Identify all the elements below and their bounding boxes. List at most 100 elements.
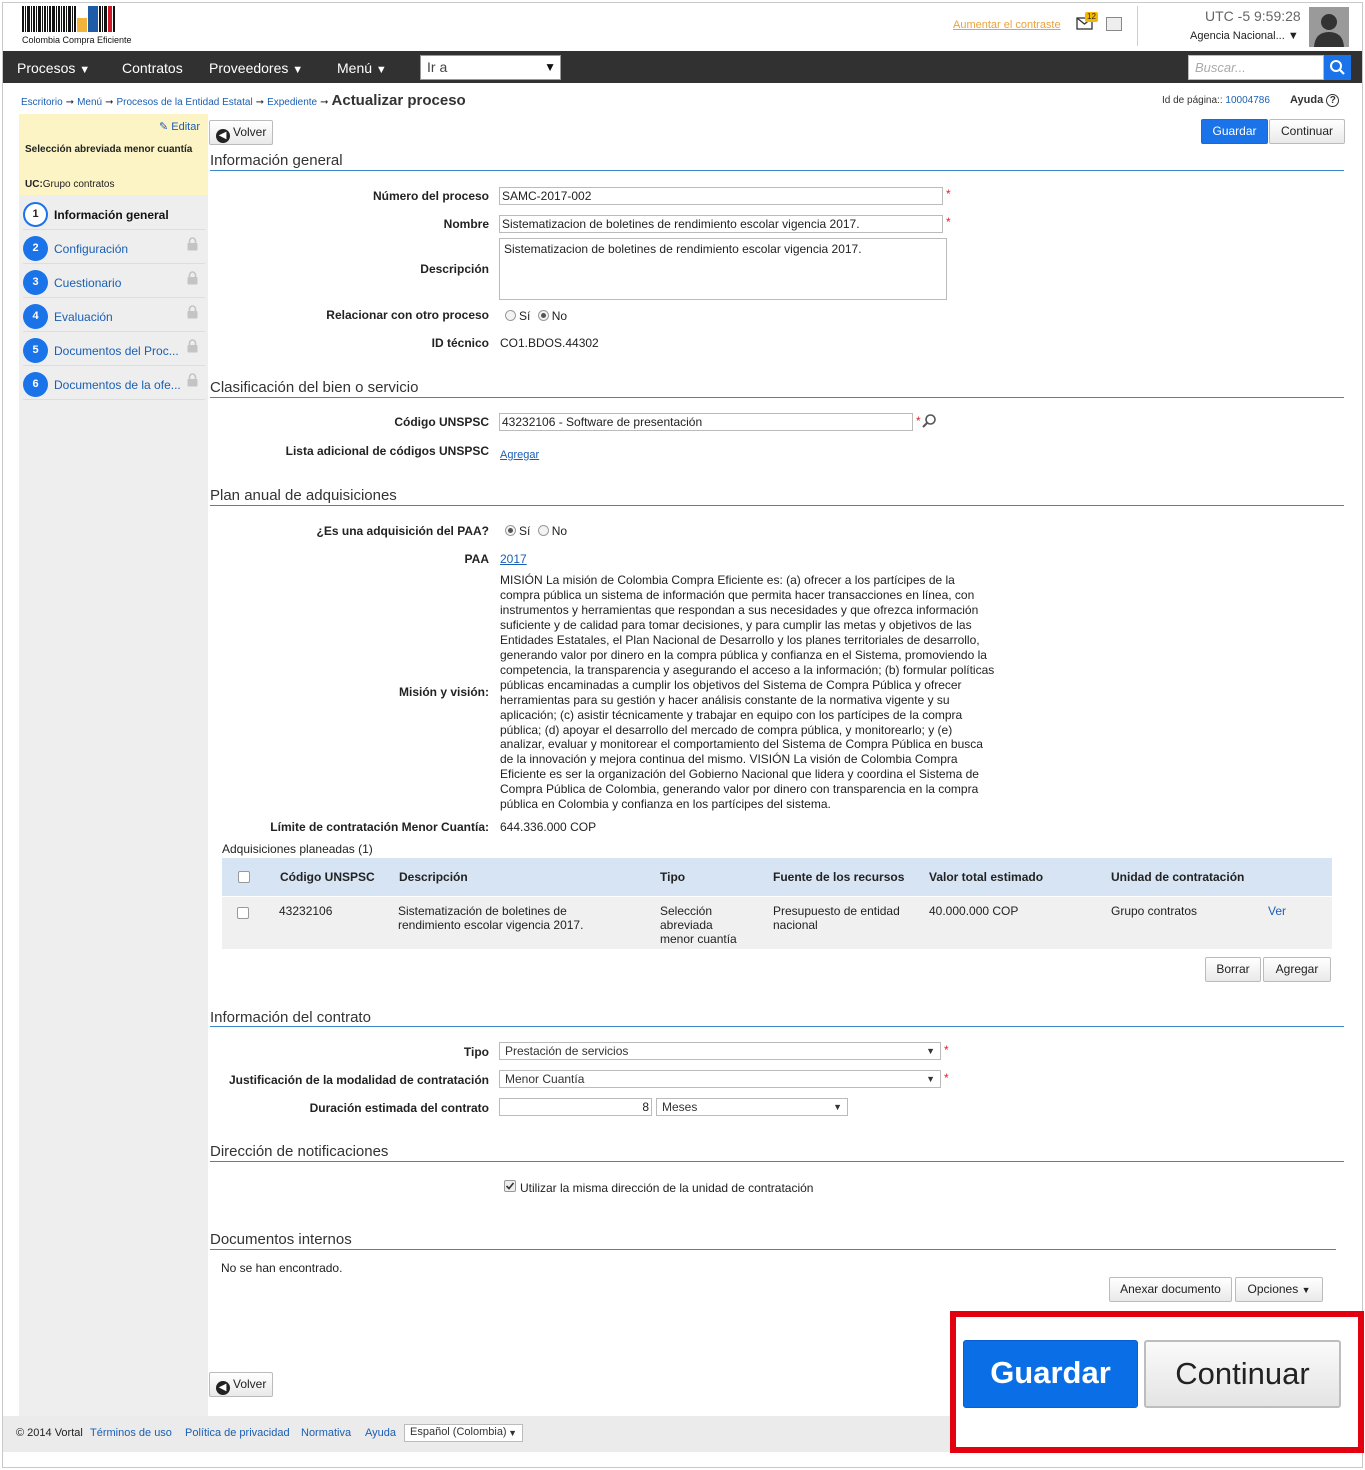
column-header[interactable]: Valor total estimado xyxy=(929,870,1043,884)
process-unit: UC:Grupo contratos xyxy=(25,179,115,190)
cell-tipo: Selección abreviada menor cuantía xyxy=(660,904,737,946)
breadcrumb-expediente[interactable]: Expediente xyxy=(267,97,317,108)
opciones-button[interactable]: Opciones ▼ xyxy=(1235,1277,1323,1302)
edit-link[interactable]: ✎ Editar xyxy=(159,120,200,133)
anexar-documento-button[interactable]: Anexar documento xyxy=(1109,1277,1232,1302)
step-number: 4 xyxy=(23,304,48,329)
step-evaluacion[interactable]: 4 Evaluación xyxy=(23,299,205,332)
step-label: Configuración xyxy=(54,242,129,256)
unit-label: UC: xyxy=(25,179,43,190)
language-select[interactable]: Español (Colombia) ▼ xyxy=(404,1424,523,1442)
footer-link-ayuda[interactable]: Ayuda xyxy=(365,1427,396,1439)
agregar-unspsc-link[interactable]: Agregar xyxy=(500,449,539,461)
duracion-unit-select[interactable]: Meses ▼ xyxy=(656,1098,848,1116)
required-marker: * xyxy=(944,1043,949,1057)
search-input[interactable]: Buscar... xyxy=(1188,55,1324,80)
lock-icon xyxy=(187,271,198,285)
process-type: Selección abreviada menor cuantía xyxy=(25,144,193,155)
descripcion-textarea[interactable]: Sistematizacion de boletines de rendimie… xyxy=(499,238,947,300)
numero-input[interactable]: SAMC-2017-002 xyxy=(499,187,943,205)
cell-descripcion: Sistematización de boletines de rendimie… xyxy=(398,904,584,932)
avatar[interactable] xyxy=(1309,7,1349,47)
cell-fuente: Presupuesto de entidad nacional xyxy=(773,904,900,932)
breadcrumb-menu[interactable]: Menú xyxy=(77,97,102,108)
column-header[interactable]: Descripción xyxy=(399,870,468,884)
paa-year-link[interactable]: 2017 xyxy=(500,552,527,566)
mail-count-badge: 12 xyxy=(1085,12,1098,22)
lock-icon xyxy=(187,373,198,387)
column-header[interactable]: Tipo xyxy=(660,870,685,884)
mision-vision-text: MISIÓN La misión de Colombia Compra Efic… xyxy=(500,573,995,812)
es-paa-no-radio[interactable] xyxy=(537,525,549,536)
es-paa-label: ¿Es una adquisición del PAA? xyxy=(316,524,489,538)
step-documentos-oferta[interactable]: 6 Documentos de la ofe... xyxy=(23,367,205,400)
nav-menu[interactable]: Menú ▼ xyxy=(337,60,387,76)
nav-proveedores[interactable]: Proveedores ▼ xyxy=(209,60,303,76)
footer-link-privacidad[interactable]: Política de privacidad xyxy=(185,1427,290,1439)
column-header[interactable]: Unidad de contratación xyxy=(1111,870,1244,884)
search-icon[interactable] xyxy=(921,413,937,429)
justificacion-select[interactable]: Menor Cuantía ▼ xyxy=(499,1070,941,1088)
duracion-unit-value: Meses xyxy=(662,1100,698,1114)
section-divider xyxy=(210,1026,1344,1027)
help-link[interactable]: Ayuda ? xyxy=(1290,94,1340,107)
misma-direccion-checkbox[interactable] xyxy=(504,1180,516,1192)
page-title: Actualizar proceso xyxy=(331,92,466,109)
column-header[interactable]: Fuente de los recursos xyxy=(773,870,904,884)
footer-link-terminos[interactable]: Términos de uso xyxy=(90,1427,172,1439)
save-button-zoomed[interactable]: Guardar xyxy=(963,1340,1138,1408)
nav-procesos[interactable]: Procesos ▼ xyxy=(17,60,90,76)
tipo-select[interactable]: Prestación de servicios ▼ xyxy=(499,1042,941,1060)
step-cuestionario[interactable]: 3 Cuestionario xyxy=(23,265,205,298)
colombia-compra-logo[interactable]: Colombia Compra Eficiente xyxy=(22,6,134,46)
yes-label: Sí xyxy=(519,309,531,323)
borrar-button[interactable]: Borrar xyxy=(1205,957,1261,982)
es-paa-yes-radio[interactable] xyxy=(505,525,516,536)
limite-label: Límite de contratación Menor Cuantía: xyxy=(270,820,489,834)
breadcrumb-escritorio[interactable]: Escritorio xyxy=(21,97,63,108)
column-header[interactable]: Código UNSPSC xyxy=(280,870,375,884)
row-checkbox[interactable] xyxy=(237,907,249,919)
lock-icon xyxy=(187,305,198,319)
back-button-top[interactable]: ◀ Volver xyxy=(209,120,273,145)
cell-unidad: Grupo contratos xyxy=(1111,904,1198,918)
duracion-input[interactable]: 8 xyxy=(499,1098,652,1116)
save-button-top[interactable]: Guardar xyxy=(1201,119,1268,144)
agency-selector[interactable]: Agencia Nacional... ▼ xyxy=(1190,30,1299,42)
misma-direccion-label: Utilizar la misma dirección de la unidad… xyxy=(520,1181,814,1195)
footer-link-normativa[interactable]: Normativa xyxy=(301,1427,351,1439)
arrow-left-circle-icon: ◀ xyxy=(215,129,230,143)
arrow-right-icon: ➞ xyxy=(320,97,329,108)
section-informacion-general: Información general xyxy=(210,152,343,169)
continue-button-zoomed[interactable]: Continuar xyxy=(1144,1340,1341,1408)
step-label: Documentos de la ofe... xyxy=(54,378,181,392)
step-informacion-general[interactable]: 1 Información general xyxy=(23,197,205,230)
step-configuracion[interactable]: 2 Configuración xyxy=(23,231,205,264)
unit-value: Grupo contratos xyxy=(42,179,115,190)
back-button-bottom[interactable]: ◀ Volver xyxy=(209,1372,273,1397)
lista-unspsc-label: Lista adicional de códigos UNSPSC xyxy=(285,444,489,458)
ver-link[interactable]: Ver xyxy=(1268,904,1286,918)
breadcrumb: Escritorio ➞ Menú ➞ Procesos de la Entidad E… xyxy=(21,92,466,109)
nombre-input[interactable]: Sistematizacion de boletines de rendimie… xyxy=(499,215,943,233)
caret-down-icon: ▼ xyxy=(833,1102,842,1112)
increase-contrast-link[interactable]: Aumentar el contraste xyxy=(953,19,1061,31)
step-number: 2 xyxy=(23,236,48,261)
document-icon[interactable] xyxy=(1106,17,1122,31)
relacionar-yes-radio[interactable] xyxy=(505,310,516,321)
page-id-value[interactable]: 10004786 xyxy=(1225,95,1270,106)
back-label: Volver xyxy=(232,125,267,139)
unspsc-input[interactable]: 43232106 - Software de presentación xyxy=(499,413,913,431)
nav-contratos[interactable]: Contratos xyxy=(122,60,183,76)
goto-select[interactable]: Ir a ▼ xyxy=(420,55,561,80)
step-documentos-proceso[interactable]: 5 Documentos del Proc... xyxy=(23,333,205,366)
search-button[interactable] xyxy=(1324,55,1351,80)
breadcrumb-procesos[interactable]: Procesos de la Entidad Estatal xyxy=(116,97,252,108)
nombre-label: Nombre xyxy=(443,217,489,231)
relacionar-no-radio[interactable] xyxy=(537,310,549,321)
select-all-checkbox[interactable] xyxy=(238,871,250,883)
caret-down-icon: ▼ xyxy=(544,60,556,74)
continue-button-top[interactable]: Continuar xyxy=(1269,119,1345,144)
cell-valor: 40.000.000 COP xyxy=(929,904,1019,918)
agregar-button[interactable]: Agregar xyxy=(1263,957,1331,982)
